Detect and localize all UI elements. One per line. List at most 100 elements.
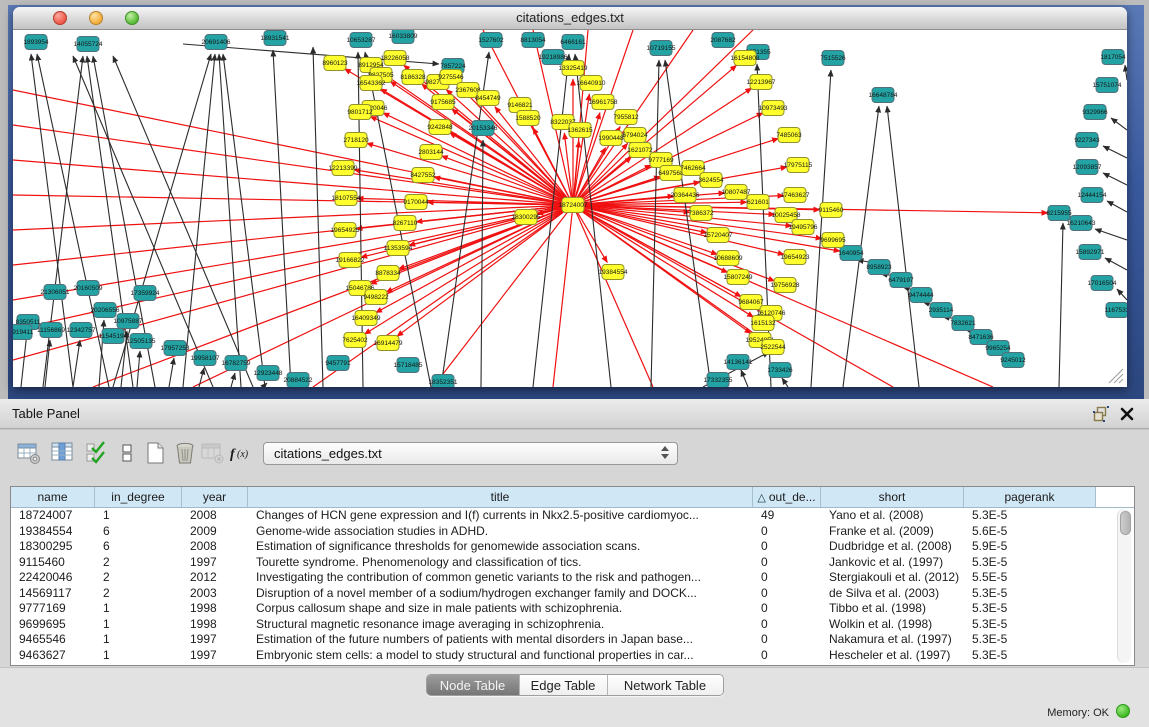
node[interactable]: 12342757	[67, 323, 96, 338]
node[interactable]: 15718485	[394, 358, 423, 373]
table-cell[interactable]: 6	[95, 524, 182, 540]
node[interactable]: 8813054	[520, 33, 546, 48]
selected-node[interactable]: 621601	[747, 195, 769, 210]
node[interactable]: 8215955	[1046, 206, 1072, 221]
table-cell[interactable]: 5.5E-5	[964, 570, 1096, 586]
node[interactable]: 7515526	[820, 51, 846, 66]
table-cell[interactable]: Genome-wide association studies in ADHD.	[248, 524, 753, 540]
citation-edge[interactable]	[1105, 258, 1127, 270]
float-panel-icon[interactable]	[1093, 406, 1109, 422]
table-cell[interactable]: 5.6E-5	[964, 524, 1096, 540]
selected-node[interactable]: 18226058	[381, 51, 410, 66]
table-cell[interactable]: 0	[753, 648, 821, 664]
table-cell[interactable]: 2	[95, 555, 182, 571]
table-cell[interactable]: 5.3E-5	[964, 586, 1096, 602]
table-cell[interactable]: Changes of HCN gene expression and I(f) …	[248, 508, 753, 524]
node[interactable]: 17957253	[161, 341, 190, 356]
node[interactable]: 18352351	[429, 375, 458, 388]
citation-edge-red[interactable]	[573, 205, 607, 263]
citation-edge[interactable]	[1059, 223, 1063, 387]
node[interactable]: 16033809	[389, 30, 418, 44]
node[interactable]: 9227343	[1074, 133, 1100, 148]
table-cell[interactable]: 1998	[182, 617, 248, 633]
citation-edge-red[interactable]	[573, 205, 653, 387]
table-cell[interactable]: Embryonic stem cells: a model to study s…	[248, 648, 753, 664]
citation-edge-red[interactable]	[367, 143, 573, 205]
table-cell[interactable]: 5.3E-5	[964, 508, 1096, 524]
table-mode-icon[interactable]	[16, 440, 42, 466]
table-cell[interactable]: 1	[95, 508, 182, 524]
selected-node[interactable]: 2803144	[418, 145, 444, 160]
table-cell[interactable]: Tibbo et al. (1998)	[821, 601, 964, 617]
selected-node[interactable]: 3624554	[698, 173, 724, 188]
selected-node[interactable]: 8960123	[322, 56, 348, 71]
node[interactable]: 11156869	[37, 323, 65, 338]
table-cell[interactable]: Franke et al. (2009)	[821, 524, 964, 540]
selected-node[interactable]: 1588520	[515, 111, 541, 126]
table-cell[interactable]: 5.3E-5	[964, 648, 1096, 664]
node[interactable]: 15751074	[1093, 78, 1122, 93]
selected-node[interactable]: 7625402	[342, 333, 368, 348]
citation-edge[interactable]	[1103, 173, 1127, 185]
selected-node[interactable]: 10807487	[722, 185, 751, 200]
node[interactable]: 1893954	[23, 35, 49, 50]
selected-node[interactable]: 9498222	[363, 290, 389, 305]
edit-columns-icon[interactable]	[84, 440, 110, 466]
column-header-in_degree[interactable]: in_degree	[95, 487, 182, 507]
node[interactable]: 7832621	[950, 316, 976, 331]
selected-node[interactable]: 19166822	[336, 253, 365, 268]
node[interactable]: 12923448	[254, 366, 283, 381]
selected-node[interactable]: 18107554	[332, 191, 361, 206]
selected-node[interactable]: 18300295	[512, 210, 541, 225]
selected-node[interactable]: 11353594	[384, 241, 413, 256]
selected-node[interactable]: 8267110	[393, 216, 418, 231]
selected-node[interactable]: 1621072	[627, 143, 653, 158]
row-height-icon[interactable]	[114, 440, 140, 466]
node[interactable]: 10719155	[647, 41, 676, 56]
column-header-title[interactable]: title	[248, 487, 753, 507]
table-cell[interactable]: Wolkin et al. (1998)	[821, 617, 964, 633]
node[interactable]: 20206556	[91, 303, 120, 318]
selected-node[interactable]: 7485063	[776, 128, 802, 143]
table-cell[interactable]: 9115460	[11, 555, 95, 571]
citation-edge[interactable]	[169, 358, 174, 387]
node[interactable]: 9329966	[1082, 105, 1108, 120]
delete-columns-icon[interactable]	[172, 440, 198, 466]
column-header-short[interactable]: short	[821, 487, 964, 507]
table-cell[interactable]: 1997	[182, 632, 248, 648]
node[interactable]: 21306051	[41, 285, 70, 300]
selected-node[interactable]: 19654923	[781, 250, 810, 265]
node[interactable]: 9245012	[1000, 353, 1026, 368]
node[interactable]: 17016504	[1088, 276, 1117, 291]
table-cell[interactable]: 6	[95, 539, 182, 555]
table-cell[interactable]: 1	[95, 601, 182, 617]
selected-node[interactable]: 15720407	[704, 228, 733, 243]
node[interactable]: 12093857	[1073, 160, 1102, 175]
table-cell[interactable]: 0	[753, 524, 821, 540]
selected-node[interactable]: 19654925	[331, 223, 360, 238]
node[interactable]: 6479197	[888, 273, 914, 288]
citation-edge[interactable]	[183, 54, 215, 387]
table-row[interactable]: 1872400712008Changes of HCN gene express…	[11, 508, 1134, 524]
table-cell[interactable]: Corpus callosum shape and size in male p…	[248, 601, 753, 617]
table-cell[interactable]: 19384554	[11, 524, 95, 540]
tab-edge-table[interactable]: Edge Table	[519, 675, 607, 695]
table-cell[interactable]: 9699695	[11, 617, 95, 633]
node[interactable]: 1733426	[767, 363, 793, 378]
function-builder-icon[interactable]: f(x)	[228, 440, 254, 466]
node[interactable]: 11545194	[99, 329, 128, 344]
node[interactable]: 12505135	[127, 334, 156, 349]
table-cell[interactable]: Hescheler et al. (1997)	[821, 648, 964, 664]
selected-node[interactable]: 16154808	[731, 51, 760, 66]
citation-edge[interactable]	[1125, 65, 1127, 80]
table-cell[interactable]: 5.9E-5	[964, 539, 1096, 555]
node[interactable]: 3919411	[13, 325, 34, 340]
table-cell[interactable]: 5.3E-5	[964, 617, 1096, 633]
node[interactable]: 1817054	[1100, 50, 1126, 65]
node[interactable]: 17332355	[704, 373, 733, 388]
table-cell[interactable]: 0	[753, 555, 821, 571]
citation-edge[interactable]	[887, 106, 919, 387]
table-cell[interactable]: 0	[753, 601, 821, 617]
node[interactable]: 10653287	[347, 33, 376, 48]
table-cell[interactable]: Stergiakouli et al. (2012)	[821, 570, 964, 586]
